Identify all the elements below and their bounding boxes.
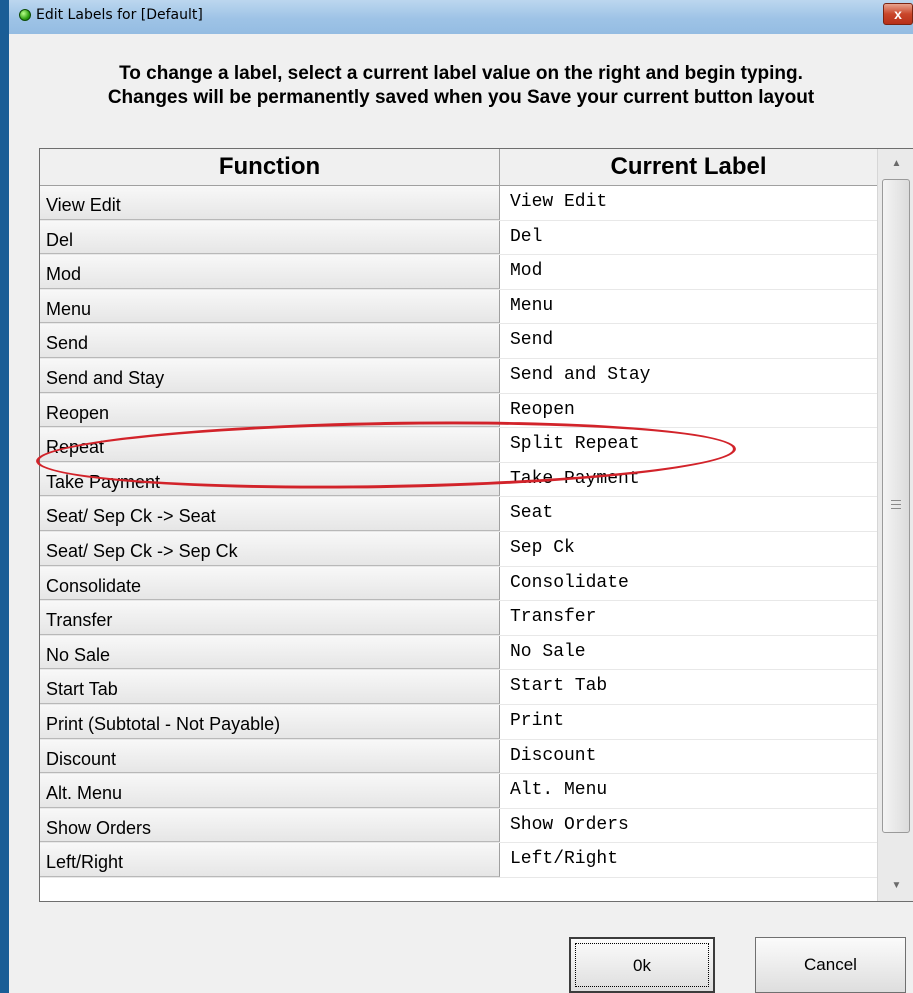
close-button[interactable]: x — [883, 3, 913, 25]
instructions: To change a label, select a current labe… — [9, 62, 913, 110]
title-bar[interactable]: Edit Labels for [Default] x — [9, 0, 913, 34]
cancel-button-label: Cancel — [804, 955, 857, 974]
current-label-cell[interactable]: Show Orders — [500, 808, 877, 843]
table-row[interactable]: Repeat Split Repeat — [40, 428, 877, 463]
table-row[interactable]: Left/Right Left/Right — [40, 843, 877, 878]
current-label-cell[interactable]: Consolidate — [500, 566, 877, 601]
table-row[interactable]: Send Send — [40, 324, 877, 359]
table-row[interactable]: Del Del — [40, 220, 877, 256]
instructions-line-1: To change a label, select a current labe… — [119, 63, 803, 84]
grid-rows: View Edit View Edit Del Del Mod Mod Menu Menu Se… — [40, 186, 877, 878]
scroll-down-icon[interactable]: ▼ — [878, 871, 913, 901]
table-row[interactable]: Menu Menu — [40, 289, 877, 325]
current-label-cell[interactable]: Send — [500, 324, 877, 358]
function-cell: Repeat — [40, 428, 500, 462]
current-label-cell[interactable]: Alt. Menu — [500, 774, 877, 808]
table-row[interactable]: Print (Subtotal - Not Payable) Print — [40, 704, 877, 740]
edit-labels-dialog: Edit Labels for [Default] x To change a … — [9, 0, 913, 993]
current-label-cell[interactable]: Mod — [500, 255, 877, 289]
function-cell: Reopen — [40, 393, 500, 428]
current-label-cell[interactable]: No Sale — [500, 635, 877, 670]
grid-header: Function Current Label — [40, 149, 877, 186]
cancel-button[interactable]: Cancel — [755, 937, 906, 993]
table-row[interactable]: Discount Discount — [40, 739, 877, 775]
function-cell: View Edit — [40, 186, 500, 220]
function-cell: Left/Right — [40, 843, 500, 877]
current-label-cell[interactable]: Menu — [500, 289, 877, 324]
table-row[interactable]: Mod Mod — [40, 255, 877, 290]
function-cell: Transfer — [40, 601, 500, 635]
current-label-cell[interactable]: Start Tab — [500, 670, 877, 704]
function-cell: Start Tab — [40, 670, 500, 704]
function-cell: Show Orders — [40, 808, 500, 843]
table-row[interactable]: Show Orders Show Orders — [40, 808, 877, 844]
current-label-cell[interactable]: Print — [500, 704, 877, 739]
function-cell: Alt. Menu — [40, 774, 500, 808]
table-row[interactable]: No Sale No Sale — [40, 635, 877, 671]
window-title: Edit Labels for [Default] — [36, 7, 203, 23]
grip-icon — [891, 500, 901, 509]
column-header-function[interactable]: Function — [40, 149, 500, 185]
function-cell: No Sale — [40, 635, 500, 670]
current-label-cell[interactable]: Split Repeat — [500, 428, 877, 462]
table-row[interactable]: View Edit View Edit — [40, 186, 877, 221]
current-label-cell[interactable]: Transfer — [500, 601, 877, 635]
current-label-cell[interactable]: Discount — [500, 739, 877, 774]
current-label-cell[interactable]: Del — [500, 220, 877, 255]
table-row[interactable]: Take Payment Take Payment — [40, 462, 877, 498]
status-dot-icon — [19, 9, 31, 21]
table-row[interactable]: Reopen Reopen — [40, 393, 877, 429]
table-row[interactable]: Start Tab Start Tab — [40, 670, 877, 705]
column-header-current-label[interactable]: Current Label — [500, 149, 877, 185]
current-label-cell[interactable]: Reopen — [500, 393, 877, 428]
scroll-up-icon[interactable]: ▲ — [878, 149, 913, 179]
table-row[interactable]: Send and Stay Send and Stay — [40, 358, 877, 394]
function-cell: Send and Stay — [40, 358, 500, 393]
current-label-cell[interactable]: Left/Right — [500, 843, 877, 877]
table-row[interactable]: Alt. Menu Alt. Menu — [40, 774, 877, 809]
table-row[interactable]: Transfer Transfer — [40, 601, 877, 636]
current-label-cell[interactable]: Send and Stay — [500, 358, 877, 393]
function-cell: Seat/ Sep Ck -> Sep Ck — [40, 531, 500, 566]
current-label-cell[interactable]: Take Payment — [500, 462, 877, 497]
close-icon: x — [894, 6, 902, 22]
function-cell: Consolidate — [40, 566, 500, 601]
function-cell: Print (Subtotal - Not Payable) — [40, 704, 500, 739]
function-cell: Seat/ Sep Ck -> Seat — [40, 497, 500, 531]
ok-button[interactable]: 0k — [569, 937, 715, 993]
current-label-cell[interactable]: Seat — [500, 497, 877, 531]
labels-grid: Function Current Label View Edit View Edi… — [39, 148, 913, 902]
current-label-cell[interactable]: Sep Ck — [500, 531, 877, 566]
table-row[interactable]: Seat/ Sep Ck -> Seat Seat — [40, 497, 877, 532]
table-row[interactable]: Consolidate Consolidate — [40, 566, 877, 602]
function-cell: Discount — [40, 739, 500, 774]
function-cell: Del — [40, 220, 500, 255]
focus-rectangle — [575, 943, 709, 987]
function-cell: Send — [40, 324, 500, 358]
scroll-thumb[interactable] — [882, 179, 910, 833]
table-row[interactable]: Seat/ Sep Ck -> Sep Ck Sep Ck — [40, 531, 877, 567]
function-cell: Mod — [40, 255, 500, 289]
current-label-cell[interactable]: View Edit — [500, 186, 877, 220]
instructions-line-2: Changes will be permanently saved when y… — [107, 87, 815, 108]
function-cell: Take Payment — [40, 462, 500, 497]
function-cell: Menu — [40, 289, 500, 324]
vertical-scrollbar[interactable]: ▲ ▼ — [877, 149, 913, 901]
